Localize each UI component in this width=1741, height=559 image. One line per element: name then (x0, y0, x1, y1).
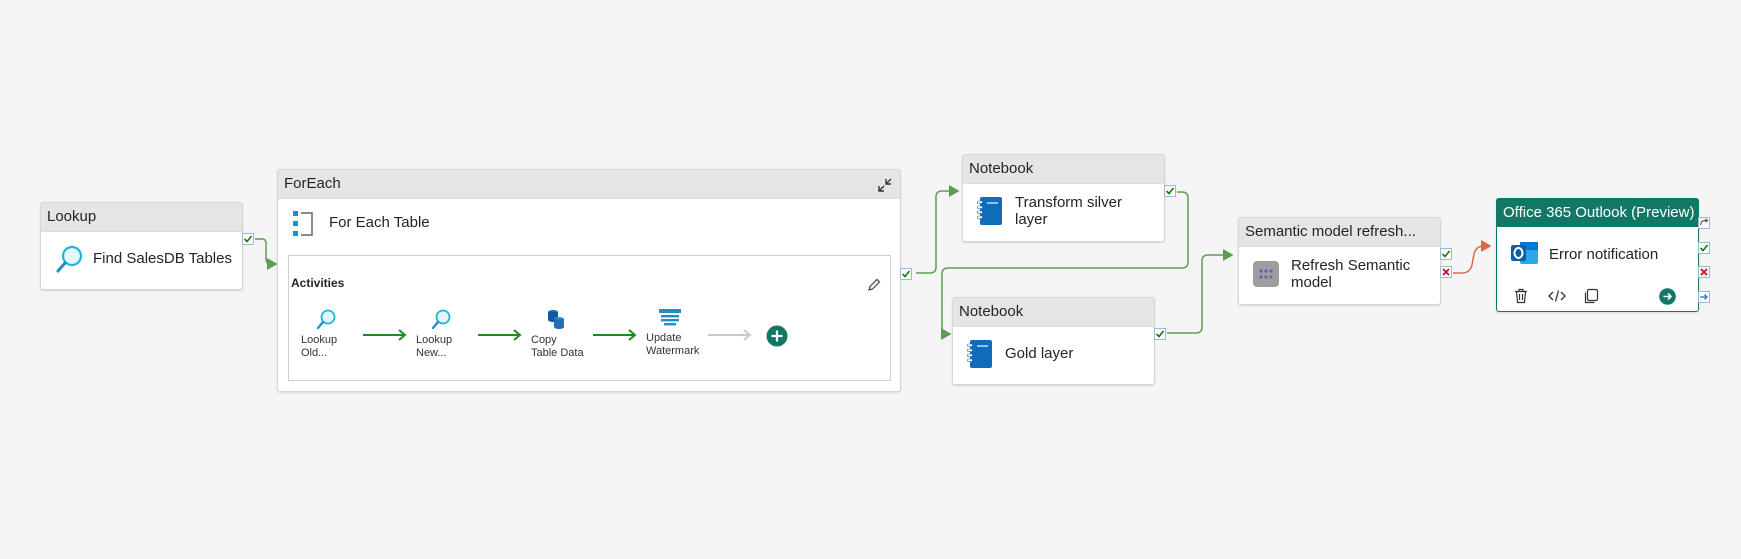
wire-foreach-to-silver (916, 185, 960, 274)
notebook-silver-activity[interactable]: Notebook Transform silver layer (962, 154, 1176, 242)
wire-semantic-to-outlook-failure (1453, 240, 1492, 274)
activities-title: Activities (291, 276, 345, 290)
collapse-icon[interactable] (876, 176, 894, 199)
inner-activity[interactable]: Copy Table Data (531, 308, 591, 368)
activity-type-label: Notebook (953, 298, 1154, 327)
inner-activity-label: Update (646, 332, 682, 344)
activity-name: Error notification (1549, 246, 1659, 263)
wire-lookup-to-foreach (255, 238, 278, 270)
inner-wire (478, 329, 522, 341)
activity-name-line: Refresh Semantic (1291, 257, 1411, 274)
foreach-icon (292, 209, 316, 244)
semantic-model-refresh-activity[interactable]: Semantic model refresh... Refresh Semant… (1238, 217, 1452, 305)
activity-name: Find SalesDB Tables (93, 250, 232, 267)
lookup-activity[interactable]: Lookup Find SalesDB Tables (40, 202, 254, 290)
inner-activity-label: Old... (301, 347, 328, 359)
activity-type-label: Lookup (41, 203, 242, 232)
stored-procedure-icon (658, 308, 682, 333)
failure-port[interactable] (1698, 266, 1710, 278)
activity-type-label: Office 365 Outlook (Preview) (1497, 199, 1698, 227)
magnifier-icon (55, 244, 85, 279)
activity-name: Gold layer (1005, 345, 1074, 362)
wire-gold-to-semantic (1167, 249, 1234, 334)
add-activity-icon[interactable] (766, 325, 788, 352)
inner-activity[interactable]: Lookup Old... (301, 308, 351, 368)
magnifier-icon (430, 308, 452, 335)
success-port[interactable] (242, 233, 254, 245)
completion-port[interactable] (1698, 291, 1710, 303)
inner-wire (363, 329, 407, 341)
delete-icon[interactable] (1513, 288, 1529, 309)
success-port[interactable] (1698, 242, 1710, 254)
foreach-activity[interactable]: ForEach For Each Table Activities Lookup… (277, 169, 912, 392)
inner-wire (593, 329, 637, 341)
activity-type-label: Notebook (963, 155, 1164, 184)
inner-activity-label: Lookup (416, 334, 453, 346)
semantic-model-icon (1253, 261, 1279, 292)
magnifier-icon (315, 308, 337, 335)
inner-activity-label: Table Data (531, 347, 584, 359)
outlook-activity[interactable]: Office 365 Outlook (Preview) Error notif… (1496, 198, 1710, 312)
failure-port[interactable] (1440, 266, 1452, 278)
outlook-icon (1511, 239, 1539, 272)
notebook-icon (977, 196, 1003, 231)
activity-name: For Each Table (329, 214, 430, 231)
inner-activity-label: Lookup (301, 334, 338, 346)
inner-activity-label: Copy (531, 334, 557, 346)
copy-icon[interactable] (1583, 288, 1599, 309)
inner-activity[interactable]: Lookup New... (416, 308, 466, 368)
activity-type-label: Semantic model refresh... (1239, 218, 1440, 247)
activity-name-line: Transform silver (1015, 194, 1122, 211)
success-port[interactable] (1164, 185, 1176, 197)
notebook-gold-activity[interactable]: Notebook Gold layer (952, 297, 1166, 385)
activity-name-line: layer (1015, 211, 1048, 228)
code-icon[interactable] (1548, 288, 1566, 309)
go-to-activity-icon[interactable] (1659, 288, 1676, 310)
success-port[interactable] (1440, 248, 1452, 260)
skip-port[interactable] (1698, 217, 1710, 229)
inner-activity[interactable]: Update Watermark (646, 308, 706, 368)
notebook-icon (967, 339, 993, 374)
inner-activity-label: New... (416, 347, 447, 359)
copy-data-icon (545, 308, 567, 335)
inner-wire-placeholder (708, 329, 752, 341)
activities-panel: Activities Lookup Old... Lookup New... C… (288, 255, 891, 381)
success-port[interactable] (900, 268, 912, 280)
edit-icon[interactable] (866, 277, 882, 298)
activity-name-line: model (1291, 274, 1332, 291)
success-port[interactable] (1154, 328, 1166, 340)
inner-activity-label: Watermark (646, 345, 700, 357)
pipeline-canvas[interactable]: Lookup Find SalesDB Tables ForEach For E… (0, 0, 1741, 559)
activity-type-label: ForEach (278, 170, 900, 199)
